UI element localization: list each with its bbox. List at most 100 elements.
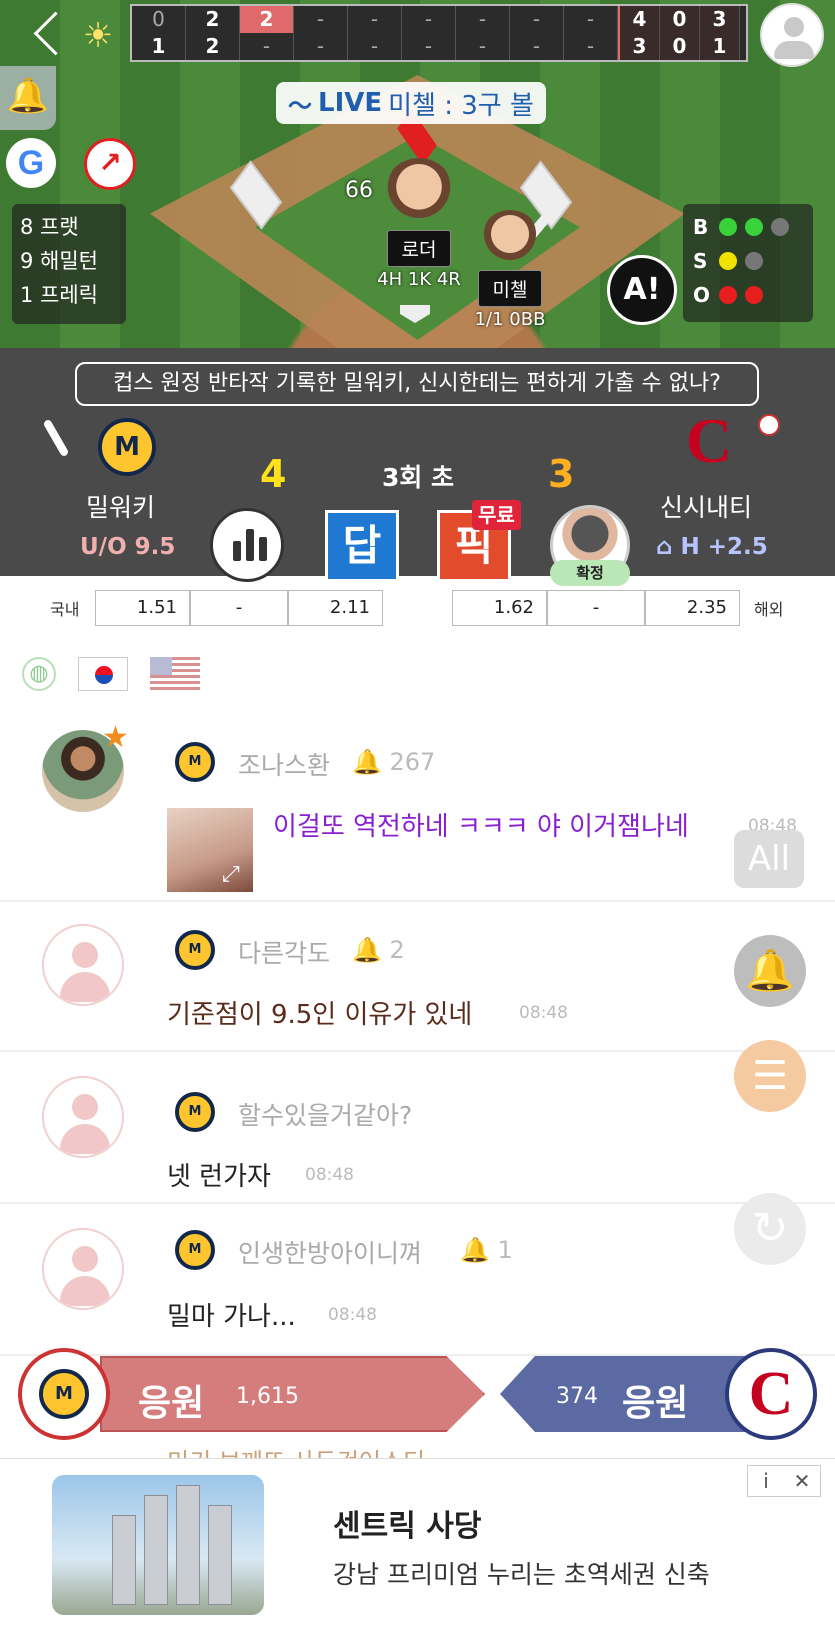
ad-banner[interactable]: 센트릭 사당 강남 프리미엄 누리는 초역세권 신축 i ✕ xyxy=(0,1458,835,1632)
stats-button[interactable] xyxy=(210,508,284,582)
chat-username[interactable]: 다른각도 xyxy=(238,934,330,970)
chat-username[interactable]: 할수있을거같아? xyxy=(238,1096,412,1132)
answer-button[interactable]: 답 xyxy=(325,510,399,582)
chat-text: 넷 런가자 xyxy=(167,1162,271,1192)
bell-count: 🔔 2 xyxy=(352,936,405,964)
bell-count: 🔔 267 xyxy=(352,748,436,776)
domestic-label: 국내 xyxy=(50,600,80,619)
app-screen: ☀ 0 2 2 - - - - - - 4 0 3 1 2 - - - - - … xyxy=(0,0,835,1632)
headline-banner[interactable]: 컵스 원정 반타작 기록한 밀워키, 신시한테는 편하게 가출 수 없나? xyxy=(75,362,759,406)
score-cell: - xyxy=(564,33,618,60)
batter-card[interactable]: 미첼 1/1 0BB xyxy=(455,210,565,330)
back-button[interactable] xyxy=(28,8,68,58)
outs-label: O xyxy=(693,283,711,307)
user-icon xyxy=(784,17,804,37)
close-icon[interactable]: ✕ xyxy=(784,1466,820,1496)
cheer-home-count: 374 xyxy=(556,1384,598,1409)
sun-icon[interactable]: ☀ xyxy=(78,16,118,56)
foreign-label: 해외 xyxy=(754,600,784,619)
out-dot xyxy=(719,286,737,304)
ball-dot xyxy=(745,218,763,236)
odds-cell[interactable]: - xyxy=(190,590,288,626)
odds-row: 국내 1.51 - 2.11 1.62 - 2.35 해외 xyxy=(0,588,835,628)
score-cell: 1 xyxy=(132,33,186,60)
odds-cell[interactable]: 1.51 xyxy=(95,590,190,626)
ad-description[interactable]: 강남 프리미엄 누리는 초역세권 신축 xyxy=(333,1555,710,1591)
language-filter: ◍ xyxy=(22,656,200,692)
cheer-away-label: 응원 xyxy=(138,1383,205,1424)
inning-label: 3회 초 xyxy=(381,463,455,492)
away-team-line: U/O 9.5 xyxy=(80,534,176,560)
home-runs: 3 xyxy=(620,33,660,60)
filter-all-button[interactable]: All xyxy=(734,830,804,888)
avatar[interactable] xyxy=(42,924,124,1006)
info-icon[interactable]: i xyxy=(748,1466,784,1496)
chat-text: 이걸또 역전하네 ㅋㅋㅋ 야 이거잼나네 xyxy=(273,812,689,842)
home-icon: ⌂ xyxy=(656,534,673,560)
ad-image[interactable] xyxy=(52,1475,264,1615)
team-badge-icon: M xyxy=(175,1230,215,1270)
ball-dot xyxy=(719,218,737,236)
chat-message xyxy=(0,1204,835,1356)
balls-label: B xyxy=(693,215,709,239)
usa-flag-icon[interactable] xyxy=(150,657,200,691)
chat-text-peek: 미키 보께뜨 사두건어스티 xyxy=(167,1442,425,1458)
chat-username[interactable]: 인생한방아이니껴 xyxy=(238,1234,422,1270)
odds-cell[interactable]: - xyxy=(547,590,645,626)
cincinnati-logo[interactable]: C xyxy=(680,405,738,476)
trend-icon[interactable]: ↗ xyxy=(84,138,136,190)
rss-icon: 〜 xyxy=(288,91,312,120)
list-button[interactable]: ☰ xyxy=(734,1040,806,1112)
pitcher-name: 로더 xyxy=(386,230,452,267)
milwaukee-cheer-logo[interactable]: M xyxy=(18,1348,110,1440)
globe-icon[interactable]: ◍ xyxy=(22,657,56,691)
score-cell: - xyxy=(402,6,456,33)
bell-icon: 🔔 xyxy=(6,76,50,116)
avatar[interactable] xyxy=(42,1076,124,1158)
odds-cell[interactable]: 2.11 xyxy=(288,590,383,626)
ai-button[interactable]: A! xyxy=(607,255,677,325)
korea-flag-icon[interactable] xyxy=(78,657,128,691)
chat-message xyxy=(0,1052,835,1204)
team-badge-icon: M xyxy=(175,930,215,970)
score-cell: - xyxy=(348,6,402,33)
score-cell: 2 xyxy=(186,6,240,33)
refresh-button[interactable]: ↻ xyxy=(734,1193,806,1265)
google-icon[interactable]: G xyxy=(6,138,56,188)
lineup-item: 8 프랫 xyxy=(20,215,79,239)
message-image[interactable] xyxy=(167,808,253,892)
odds-cell[interactable]: 2.35 xyxy=(645,590,740,626)
cincinnati-cheer-logo[interactable]: C xyxy=(725,1348,817,1440)
ad-title[interactable]: 센트릭 사당 xyxy=(333,1501,481,1545)
count-panel: B S O xyxy=(683,204,813,322)
chat-time: 08:48 xyxy=(328,1305,377,1325)
notification-button[interactable]: 🔔 xyxy=(0,66,56,130)
chat-username[interactable]: 조나스환 xyxy=(238,746,330,782)
batter-name: 미첼 xyxy=(477,270,543,307)
bell-icon: 🔔 xyxy=(745,948,795,994)
cheer-bar: M C 응원 1,615 374 응원 xyxy=(0,1344,835,1444)
away-hits: 3 xyxy=(700,6,740,33)
odds-cell[interactable]: 1.62 xyxy=(452,590,547,626)
live-message: 미첼 : 3구 볼 xyxy=(388,90,534,121)
inning-scoreboard: 0 2 2 - - - - - - 4 0 3 1 2 - - - - - - … xyxy=(130,4,748,62)
away-runs: 4 xyxy=(620,6,660,33)
live-tag: LIVE xyxy=(318,88,383,118)
milwaukee-logo[interactable]: M xyxy=(98,418,156,476)
cheer-away-count: 1,615 xyxy=(236,1384,299,1409)
home-errors: 0 xyxy=(660,33,700,60)
score-cell: - xyxy=(564,6,618,33)
batter-stat: 1/1 0BB xyxy=(474,309,546,330)
lineup-item: 9 해밀턴 xyxy=(20,249,98,273)
score-cell: - xyxy=(456,6,510,33)
score-cell: - xyxy=(294,6,348,33)
team-badge-icon: M xyxy=(175,742,215,782)
expand-icon[interactable]: ⤢ xyxy=(222,862,240,887)
live-banner[interactable]: 〜 LIVE 미첼 : 3구 볼 xyxy=(276,82,546,124)
avatar[interactable] xyxy=(42,1228,124,1310)
chat-time: 08:48 xyxy=(305,1165,354,1185)
bell-button[interactable]: 🔔 xyxy=(734,935,806,1007)
score-cell: - xyxy=(294,33,348,60)
profile-button[interactable] xyxy=(760,3,824,67)
home-hits: 1 xyxy=(700,33,740,60)
